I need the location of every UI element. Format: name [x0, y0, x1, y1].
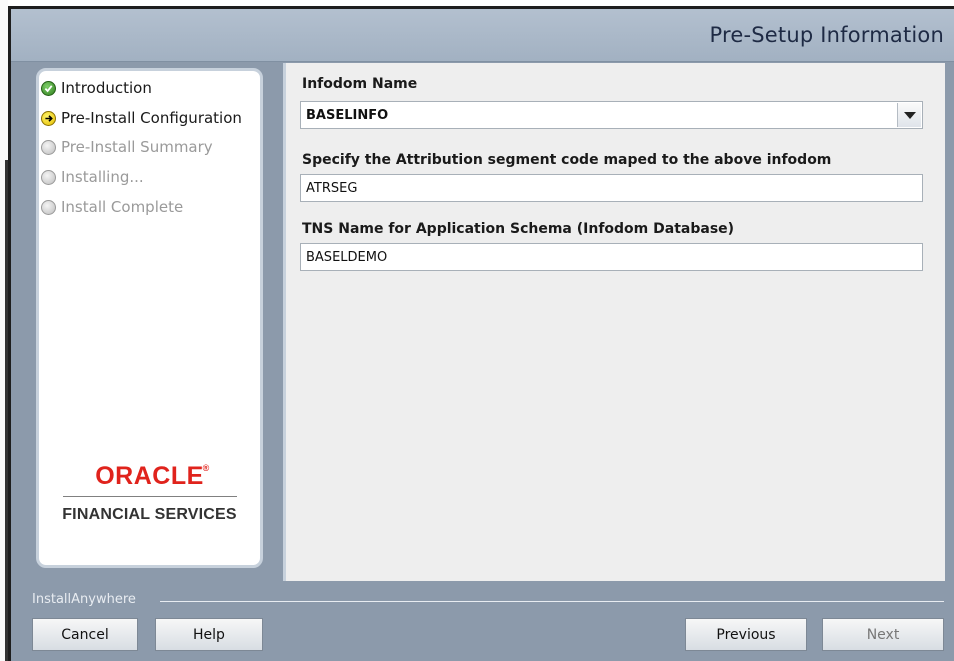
step-install-complete: Install Complete: [41, 196, 183, 218]
cancel-button[interactable]: Cancel: [32, 618, 138, 651]
installer-window: Pre-Setup Information Introduction Pre-I…: [0, 0, 954, 661]
dropdown-button[interactable]: [897, 103, 921, 127]
step-introduction: Introduction: [41, 77, 152, 99]
tns-name-input[interactable]: BASELDEMO: [300, 243, 923, 271]
step-label: Installing...: [61, 168, 144, 186]
pending-circle-icon: [41, 169, 56, 185]
vendor-label: InstallAnywhere: [32, 592, 136, 607]
step-pre-install-summary: Pre-Install Summary: [41, 136, 213, 158]
help-button[interactable]: Help: [155, 618, 263, 651]
next-button[interactable]: Next: [822, 618, 944, 651]
form-panel: Infodom Name BASELINFO Specify the Attri…: [283, 63, 945, 581]
pending-circle-icon: [41, 199, 56, 215]
chevron-down-icon: [903, 111, 916, 119]
segment-code-label: Specify the Attribution segment code map…: [302, 152, 832, 168]
step-label: Install Complete: [61, 198, 184, 216]
arrow-right-icon: [41, 110, 56, 126]
logo-divider: [62, 496, 237, 497]
header-bar: Pre-Setup Information: [11, 9, 954, 62]
oracle-wordmark: ORACLE ®: [95, 462, 210, 490]
previous-button[interactable]: Previous: [685, 618, 807, 651]
segment-code-input[interactable]: ATRSEG: [300, 174, 923, 202]
background-strip: [0, 0, 8, 661]
footer-divider: [160, 601, 944, 602]
infodom-label: Infodom Name: [302, 76, 418, 92]
infodom-selected-value: BASELINFO: [306, 108, 389, 123]
logo-subtitle: FINANCIAL SERVICES: [62, 506, 237, 523]
step-installing: Installing...: [41, 166, 144, 188]
pending-circle-icon: [41, 139, 56, 155]
check-icon: [41, 80, 56, 96]
step-label: Pre-Install Configuration: [61, 109, 242, 127]
steps-sidebar: Introduction Pre-Install Configuration P…: [36, 68, 263, 568]
step-pre-install-configuration: Pre-Install Configuration: [41, 107, 242, 129]
page-title: Pre-Setup Information: [709, 23, 944, 47]
tns-name-label: TNS Name for Application Schema (Infodom…: [302, 221, 735, 237]
oracle-logo: ORACLE ® FINANCIAL SERVICES: [39, 462, 260, 524]
step-label: Introduction: [61, 79, 152, 97]
step-label: Pre-Install Summary: [61, 138, 213, 156]
infodom-select[interactable]: BASELINFO: [300, 101, 923, 129]
